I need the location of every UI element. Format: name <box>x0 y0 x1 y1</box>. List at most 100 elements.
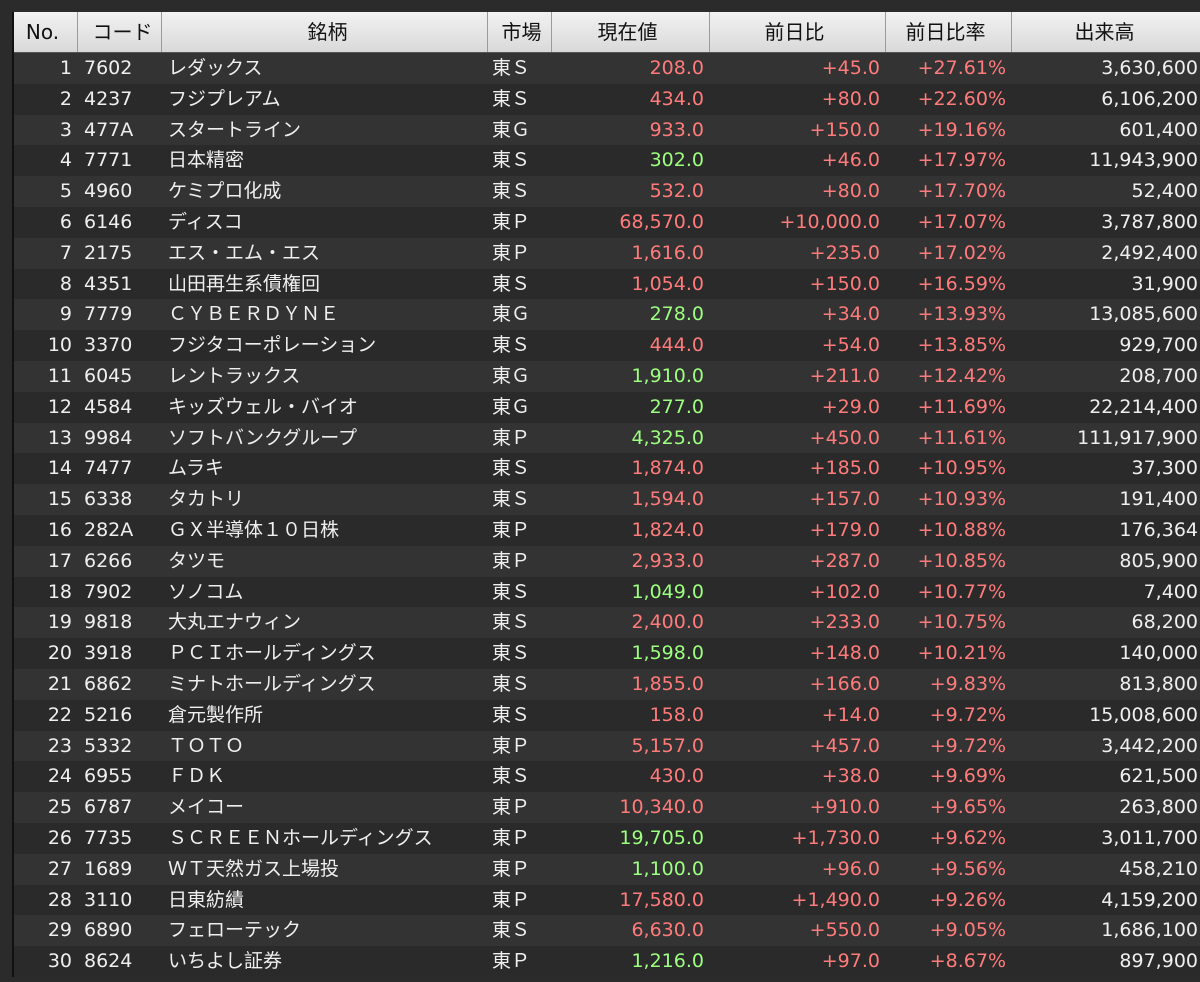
cell-name: ソノコム <box>168 580 244 603</box>
table-row[interactable]: 28 3110 日東紡績 東Ｐ 17,580.0 +1,490.0 +9.26% 4,159,… <box>14 884 1200 916</box>
table-row[interactable]: 27 1689 ＷＴ天然ガス上場投 東Ｐ 1,100.0 +96.0 +9.56% 458,2… <box>14 853 1200 885</box>
cell-change: +102.0 <box>809 580 880 603</box>
cell-change: +29.0 <box>821 395 880 418</box>
header-price[interactable]: 現在値 <box>552 12 710 52</box>
cell-change-pct: +17.02% <box>917 241 1006 264</box>
cell-change-pct: +9.05% <box>929 919 1006 942</box>
cell-change-pct: +10.75% <box>917 611 1006 634</box>
cell-volume: 621,500 <box>1119 765 1198 788</box>
cell-code: 6045 <box>84 364 133 387</box>
cell-no: 14 <box>47 457 72 480</box>
table-row[interactable]: 18 7902 ソノコム 東Ｓ 1,049.0 +102.0 +10.77% 7,400 <box>14 576 1200 608</box>
cell-market: 東Ｓ <box>492 457 531 480</box>
table-row[interactable]: 20 3918 ＰＣＩホールディングス 東Ｓ 1,598.0 +148.0 +10.21% 1… <box>14 638 1200 669</box>
cell-no: 15 <box>47 488 72 511</box>
table-row[interactable]: 13 9984 ソフトバンクグループ 東Ｐ 4,325.0 +450.0 +11.61% 11… <box>14 422 1200 454</box>
cell-change-pct: +10.93% <box>917 488 1006 511</box>
table-row[interactable]: 6 6146 ディスコ 東Ｐ 68,570.0 +10,000.0 +17.07% 3,787… <box>14 206 1200 238</box>
header-change[interactable]: 前日比 <box>710 12 886 52</box>
cell-change: +54.0 <box>821 334 880 357</box>
table-row[interactable]: 11 6045 レントラックス 東Ｇ 1,910.0 +211.0 +12.42% 208,7… <box>14 360 1200 392</box>
cell-no: 20 <box>47 642 72 665</box>
cell-market: 東Ｓ <box>492 87 531 110</box>
cell-name: 日東紡績 <box>168 888 245 911</box>
header-no[interactable]: No. <box>14 12 78 52</box>
cell-change: +14.0 <box>821 703 880 726</box>
header-code[interactable]: コード <box>78 12 162 52</box>
table-row[interactable]: 7 2175 エス・エム・エス 東Ｐ 1,616.0 +235.0 +17.02% 2,492… <box>14 237 1200 269</box>
table-row[interactable]: 23 5332 ＴＯＴＯ 東Ｐ 5,157.0 +457.0 +9.72% 3,442,200 <box>14 730 1200 762</box>
table-row[interactable]: 8 4351 山田再生系債権回 東Ｓ 1,054.0 +150.0 +16.59% 31,90… <box>14 268 1200 300</box>
cell-code: 8624 <box>84 950 133 973</box>
cell-change-pct: +17.07% <box>917 210 1006 233</box>
cell-volume: 6,106,200 <box>1101 87 1198 110</box>
cell-no: 10 <box>47 334 72 357</box>
cell-change: +457.0 <box>809 734 880 757</box>
cell-change-pct: +11.69% <box>917 395 1006 418</box>
table-row[interactable]: 14 7477 ムラキ 東Ｓ 1,874.0 +185.0 +10.95% 37,300 <box>14 453 1200 485</box>
table-row[interactable]: 16 282A ＧＸ半導体１０日株 東Ｐ 1,824.0 +179.0 +10.88% 176… <box>14 514 1200 546</box>
cell-name: タツモ <box>168 549 226 572</box>
cell-no: 13 <box>47 426 72 449</box>
cell-change-pct: +10.88% <box>917 518 1006 541</box>
table-row[interactable]: 17 6266 タツモ 東Ｐ 2,933.0 +287.0 +10.85% 805,900 <box>14 545 1200 577</box>
cell-volume: 176,364 <box>1119 518 1198 541</box>
table-row[interactable]: 3 477A スタートライン 東Ｇ 933.0 +150.0 +19.16% 601,400 <box>14 114 1200 146</box>
header-change-pct[interactable]: 前日比率 <box>886 12 1012 52</box>
cell-volume: 2,492,400 <box>1101 241 1198 264</box>
cell-change: +150.0 <box>809 118 880 141</box>
header-volume[interactable]: 出来高 <box>1012 12 1200 52</box>
cell-no: 1 <box>59 57 72 79</box>
table-row[interactable]: 21 6862 ミナトホールディングス 東Ｓ 1,855.0 +166.0 +9.83% 81… <box>14 668 1200 700</box>
table-row[interactable]: 22 5216 倉元製作所 東Ｓ 158.0 +14.0 +9.72% 15,008,600 <box>14 699 1200 731</box>
cell-volume: 15,008,600 <box>1089 703 1198 726</box>
table-row[interactable]: 12 4584 キッズウェル・バイオ 東Ｇ 277.0 +29.0 +11.69% 22,21… <box>14 391 1200 423</box>
cell-change: +211.0 <box>809 364 880 387</box>
cell-name: 大丸エナウィン <box>168 611 302 634</box>
cell-no: 4 <box>59 149 72 172</box>
cell-code: 6266 <box>84 549 133 572</box>
cell-code: 9818 <box>84 611 133 634</box>
table-row[interactable]: 29 6890 フェローテック 東Ｓ 6,630.0 +550.0 +9.05% 1,686,… <box>14 915 1200 947</box>
cell-name: ソフトバンクグループ <box>168 426 358 449</box>
cell-name: ＴＯＴＯ <box>168 734 245 757</box>
table-row[interactable]: 10 3370 フジタコーポレーション 東Ｓ 444.0 +54.0 +13.85% 929,… <box>14 330 1200 361</box>
cell-volume: 208,700 <box>1119 364 1198 387</box>
table-row[interactable]: 26 7735 ＳＣＲＥＥＮホールディングス 東Ｐ 19,705.0 +1,730.0 +9… <box>14 822 1200 854</box>
cell-code: 6338 <box>84 488 133 511</box>
table-row[interactable]: 15 6338 タカトリ 東Ｓ 1,594.0 +157.0 +10.93% 191,400 <box>14 484 1200 515</box>
table-row[interactable]: 24 6955 ＦＤＫ 東Ｓ 430.0 +38.0 +9.69% 621,500 <box>14 761 1200 793</box>
cell-no: 29 <box>47 919 72 942</box>
cell-price: 1,216.0 <box>631 950 704 973</box>
cell-name: タカトリ <box>168 488 245 511</box>
cell-market: 東Ｇ <box>492 118 531 141</box>
table-row[interactable]: 5 4960 ケミプロ化成 東Ｓ 532.0 +80.0 +17.70% 52,400 <box>14 176 1200 207</box>
cell-name: いちよし証券 <box>168 950 283 973</box>
cell-market: 東Ｓ <box>492 180 531 203</box>
table-row[interactable]: 1 7602 レダックス 東Ｓ 208.0 +45.0 +27.61% 3,630,600 <box>14 53 1200 84</box>
cell-market: 東Ｐ <box>492 549 531 572</box>
cell-change-pct: +12.42% <box>917 364 1006 387</box>
cell-change: +910.0 <box>809 796 880 819</box>
cell-no: 8 <box>59 272 72 295</box>
header-market[interactable]: 市場 <box>488 12 552 52</box>
cell-code: 282A <box>84 518 134 541</box>
cell-price: 1,616.0 <box>631 241 704 264</box>
table-row[interactable]: 4 7771 日本精密 東Ｓ 302.0 +46.0 +17.97% 11,943,900 <box>14 145 1200 177</box>
table-row[interactable]: 9 7779 ＣＹＢＥＲＤＹＮＥ 東Ｇ 278.0 +34.0 +13.93% 13,085,… <box>14 299 1200 331</box>
cell-change-pct: +9.56% <box>929 857 1006 880</box>
cell-change-pct: +9.69% <box>929 765 1006 788</box>
cell-no: 5 <box>59 180 72 203</box>
cell-change-pct: +10.77% <box>917 580 1006 603</box>
cell-name: ＣＹＢＥＲＤＹＮＥ <box>168 303 340 326</box>
cell-code: 7771 <box>84 149 133 172</box>
table-row[interactable]: 2 4237 フジプレアム 東Ｓ 434.0 +80.0 +22.60% 6,106,200 <box>14 83 1200 115</box>
header-name[interactable]: 銘柄 <box>162 12 488 52</box>
cell-no: 11 <box>47 364 72 387</box>
cell-price: 2,933.0 <box>631 549 704 572</box>
table-row[interactable]: 25 6787 メイコー 東Ｐ 10,340.0 +910.0 +9.65% 263,800 <box>14 792 1200 823</box>
cell-price: 1,100.0 <box>631 857 704 880</box>
table-row[interactable]: 30 8624 いちよし証券 東Ｐ 1,216.0 +97.0 +8.67% 897,900 <box>14 946 1200 977</box>
table-row[interactable]: 19 9818 大丸エナウィン 東Ｓ 2,400.0 +233.0 +10.75% 68,20… <box>14 607 1200 639</box>
cell-volume: 3,787,800 <box>1101 210 1198 233</box>
